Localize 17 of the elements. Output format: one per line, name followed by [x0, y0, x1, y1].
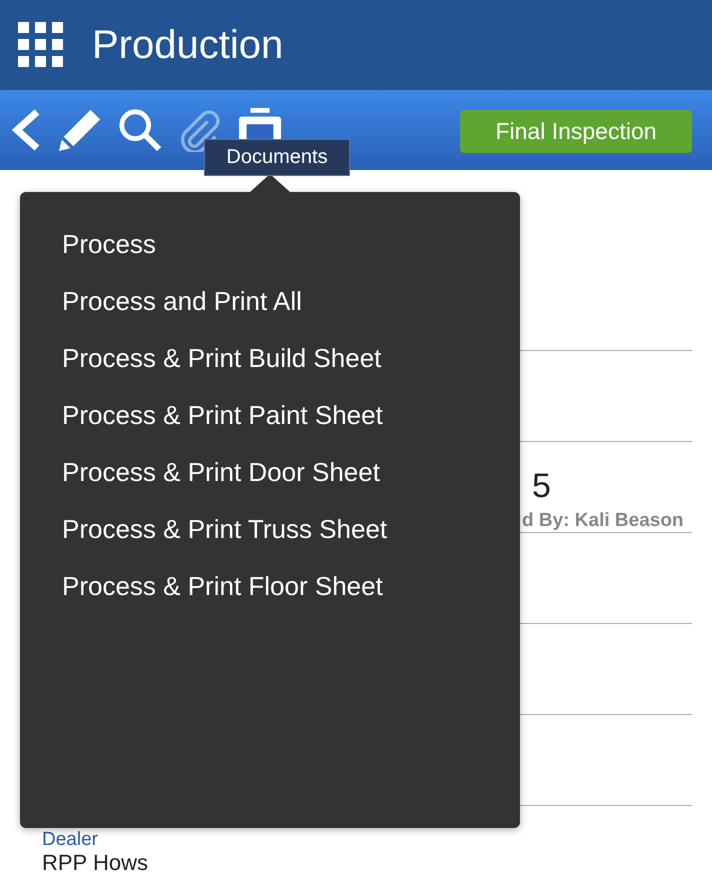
menu-item[interactable]: Process and Print All — [20, 277, 520, 334]
back-icon[interactable] — [10, 108, 42, 152]
menu-item[interactable]: Process & Print Paint Sheet — [20, 391, 520, 448]
page-title: Production — [92, 22, 284, 68]
menu-item[interactable]: Process & Print Truss Sheet — [20, 505, 520, 562]
apps-grid-icon[interactable] — [18, 22, 64, 68]
menu-item[interactable]: Process & Print Build Sheet — [20, 334, 520, 391]
field-value: 5 — [532, 468, 551, 504]
field-label: Dealer — [42, 829, 98, 850]
field-caption: d By: Kali Beason — [522, 510, 684, 532]
menu-item[interactable]: Process & Print Door Sheet — [20, 448, 520, 505]
tooltip: Documents — [204, 139, 350, 176]
pencil-icon[interactable] — [58, 108, 102, 152]
field-value: RPP Hows — [42, 851, 148, 875]
menu-item[interactable]: Process — [20, 220, 520, 277]
search-icon[interactable] — [118, 108, 162, 152]
menu-item[interactable]: Process & Print Floor Sheet — [20, 562, 520, 619]
